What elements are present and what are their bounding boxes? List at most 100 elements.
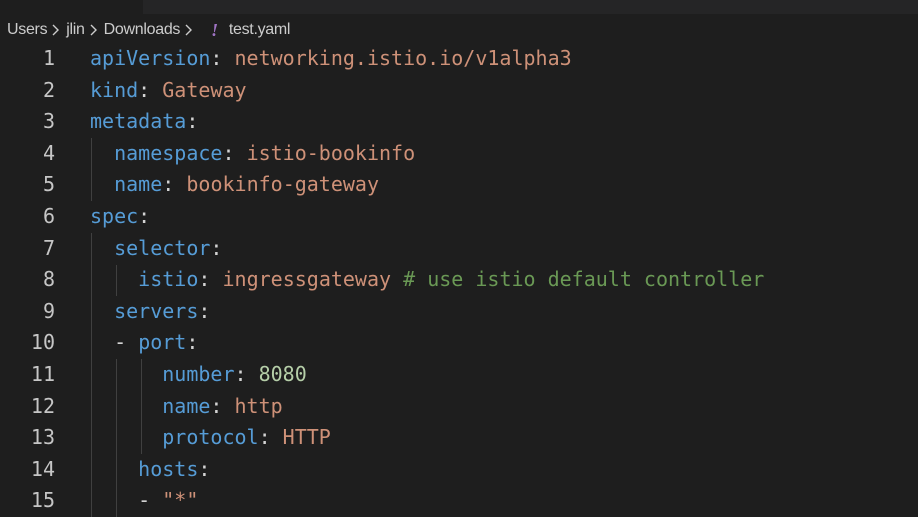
code-text: spec: [90, 201, 150, 233]
code-text: number: 8080 [90, 359, 307, 391]
breadcrumb-item-downloads[interactable]: Downloads [104, 21, 181, 39]
yaml-colon: : [258, 425, 271, 450]
yaml-value: Gateway [162, 77, 247, 102]
chevron-right-icon [89, 23, 99, 37]
yaml-colon: : [234, 362, 247, 386]
code-text: name: http [90, 391, 283, 423]
yaml-value: "*" [162, 488, 199, 513]
yaml-value: networking.istio.io/v1alpha3 [234, 46, 572, 70]
code-line[interactable]: 12 name: http [0, 391, 918, 423]
yaml-key: protocol [162, 425, 259, 450]
line-number: 7 [42, 235, 55, 260]
code-text: selector: [90, 233, 222, 265]
line-number: 5 [42, 172, 55, 197]
line-number: 6 [42, 204, 55, 228]
line-number: 1 [42, 46, 55, 70]
yaml-value: ingressgateway [222, 267, 392, 292]
code-line[interactable]: 6 spec: [0, 201, 918, 233]
yaml-value: istio-bookinfo [246, 140, 416, 165]
yaml-key: istio [138, 267, 199, 292]
line-number: 10 [30, 330, 55, 355]
breadcrumb-item-file[interactable]: test.yaml [229, 21, 291, 39]
yaml-key: spec [90, 204, 139, 228]
code-line[interactable]: 13 protocol: HTTP [0, 422, 918, 454]
yaml-key: kind [90, 77, 139, 102]
breadcrumb-item-users[interactable]: Users [7, 21, 48, 39]
code-text: - port: [90, 327, 198, 359]
yaml-colon: : [198, 298, 211, 323]
yaml-key: metadata [90, 109, 187, 134]
yaml-key: namespace [114, 140, 223, 165]
code-text: hosts: [90, 454, 210, 486]
line-number: 4 [42, 140, 55, 165]
line-number: 15 [30, 488, 55, 513]
code-line[interactable]: 15 - "*" [0, 485, 918, 517]
code-line[interactable]: 14 hosts: [0, 454, 918, 486]
line-number: 11 [30, 362, 55, 386]
yaml-comment: # use istio default controller [403, 267, 765, 292]
yaml-value: 8080 [258, 362, 307, 386]
code-text: namespace: istio-bookinfo [90, 138, 415, 170]
tab-bar [0, 0, 918, 14]
yaml-colon: : [138, 77, 151, 102]
yaml-key: apiVersion [90, 46, 211, 70]
chevron-right-icon [51, 23, 61, 37]
code-line[interactable]: 1 apiVersion: networking.istio.io/v1alpha… [0, 43, 918, 75]
code-line[interactable]: 4 namespace: istio-bookinfo [0, 138, 918, 170]
line-number: 9 [42, 298, 55, 323]
code-text: metadata: [90, 106, 198, 138]
chevron-right-icon [184, 23, 194, 37]
yaml-colon: : [138, 204, 151, 228]
yaml-value: http [234, 393, 283, 418]
code-line[interactable]: 2 kind: Gateway [0, 75, 918, 107]
code-line[interactable]: 3 metadata: [0, 106, 918, 138]
yaml-colon: : [210, 393, 223, 418]
code-line[interactable]: 5 name: bookinfo-gateway [0, 169, 918, 201]
yaml-key: number [162, 362, 235, 386]
yaml-key: servers [114, 298, 199, 323]
code-text: istio: ingressgateway # use istio defaul… [90, 264, 764, 296]
line-number: 8 [42, 267, 55, 292]
yaml-key: port [138, 330, 187, 355]
yaml-value: HTTP [282, 425, 331, 450]
tab-active[interactable] [0, 0, 143, 14]
code-line[interactable]: 9 servers: [0, 296, 918, 328]
line-number: 3 [42, 109, 55, 134]
code-text: protocol: HTTP [90, 422, 331, 454]
code-text: kind: Gateway [90, 75, 247, 107]
yaml-colon: : [186, 330, 199, 355]
line-number: 13 [30, 425, 55, 450]
line-number: 2 [42, 77, 55, 102]
yaml-file-icon: ! [211, 19, 218, 40]
code-text: name: bookinfo-gateway [90, 169, 379, 201]
code-line[interactable]: 11 number: 8080 [0, 359, 918, 391]
list-dash: - [114, 330, 139, 355]
code-text: - "*" [90, 485, 198, 517]
yaml-colon: : [198, 267, 211, 292]
code-editor[interactable]: 1 apiVersion: networking.istio.io/v1alpha… [0, 43, 918, 517]
yaml-colon: : [210, 46, 223, 70]
breadcrumb: Users jlin Downloads ! test.yaml [0, 14, 918, 46]
yaml-value: bookinfo-gateway [186, 172, 380, 197]
line-number: 12 [30, 393, 55, 418]
line-number: 14 [30, 456, 55, 481]
code-text: servers: [90, 296, 210, 328]
yaml-key: selector [114, 235, 211, 260]
code-line[interactable]: 7 selector: [0, 233, 918, 265]
code-text: apiVersion: networking.istio.io/v1alpha3 [90, 43, 572, 75]
yaml-key: hosts [138, 456, 199, 481]
list-dash: - [138, 488, 163, 513]
breadcrumb-item-jlin[interactable]: jlin [66, 21, 85, 39]
code-line[interactable]: 10 - port: [0, 327, 918, 359]
yaml-key: name [114, 172, 163, 197]
code-line[interactable]: 8 istio: ingressgateway # use istio defa… [0, 264, 918, 296]
